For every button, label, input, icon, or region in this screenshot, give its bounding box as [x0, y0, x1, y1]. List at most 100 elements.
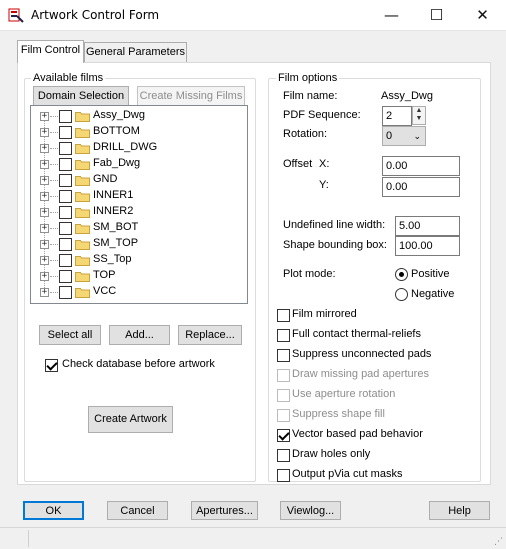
option-checkbox[interactable]	[277, 349, 290, 362]
film-checkbox[interactable]	[59, 222, 72, 235]
offset-y-label: Y:	[319, 179, 329, 191]
film-checkbox[interactable]	[59, 158, 72, 171]
film-checkbox[interactable]	[59, 238, 72, 251]
option-checkbox[interactable]	[277, 429, 290, 442]
tree-item[interactable]: + Fab_Dwg	[31, 156, 247, 172]
expand-plus-icon[interactable]: +	[40, 176, 49, 185]
option-label: Full contact thermal-reliefs	[292, 328, 421, 340]
tree-item[interactable]: + INNER2	[31, 204, 247, 220]
film-checkbox[interactable]	[59, 126, 72, 139]
tree-connector	[50, 276, 58, 277]
maximize-button[interactable]: ☐	[414, 0, 459, 30]
negative-label: Negative	[411, 288, 455, 300]
tree-item[interactable]: + GND	[31, 172, 247, 188]
expand-plus-icon[interactable]: +	[40, 144, 49, 153]
option-label: Draw missing pad apertures	[292, 368, 429, 380]
shape-bounding-box-input[interactable]: 100.00	[395, 236, 460, 256]
undefined-line-width-input[interactable]: 5.00	[395, 216, 460, 236]
option-label: Draw holes only	[292, 448, 371, 460]
option-checkbox[interactable]	[277, 329, 290, 342]
tree-item[interactable]: + SM_BOT	[31, 220, 247, 236]
folder-icon	[75, 224, 90, 234]
film-checkbox[interactable]	[59, 254, 72, 267]
check-database-checkbox[interactable]	[45, 359, 58, 372]
offset-y-input[interactable]: 0.00	[382, 177, 460, 197]
tree-item[interactable]: + SS_Top	[31, 252, 247, 268]
film-name: SM_BOT	[93, 221, 139, 233]
tree-connector	[50, 244, 58, 245]
film-name: INNER2	[93, 205, 134, 217]
option-checkbox	[277, 369, 290, 382]
expand-plus-icon[interactable]: +	[40, 160, 49, 169]
film-name-value: Assy_Dwg	[381, 90, 433, 102]
replace-button[interactable]: Replace...	[178, 325, 242, 345]
minimize-button[interactable]: —	[369, 0, 414, 30]
viewlog-button[interactable]: Viewlog...	[280, 501, 341, 520]
folder-icon	[75, 144, 90, 154]
film-options-label: Film options	[276, 72, 340, 84]
apertures-button[interactable]: Apertures...	[191, 501, 258, 520]
expand-plus-icon[interactable]: +	[40, 272, 49, 281]
option-label: Suppress unconnected pads	[292, 348, 432, 360]
spin-up-icon[interactable]: ▲	[413, 107, 425, 115]
expand-plus-icon[interactable]: +	[40, 256, 49, 265]
domain-selection-button[interactable]: Domain Selection	[33, 86, 129, 106]
tree-item[interactable]: + SM_TOP	[31, 236, 247, 252]
ok-button[interactable]: OK	[23, 501, 84, 520]
tree-item[interactable]: + BOTTOM	[31, 124, 247, 140]
resize-grip-icon[interactable]: ⋰	[494, 536, 503, 547]
film-checkbox[interactable]	[59, 142, 72, 155]
negative-radio[interactable]	[395, 288, 408, 301]
expand-plus-icon[interactable]: +	[40, 224, 49, 233]
tree-item[interactable]: + TOP	[31, 268, 247, 284]
tab-general-parameters[interactable]: General Parameters	[84, 42, 187, 63]
option-checkbox[interactable]	[277, 449, 290, 462]
offset-x-input[interactable]: 0.00	[382, 156, 460, 176]
undefined-line-width-label: Undefined line width:	[283, 219, 386, 231]
film-name: BOTTOM	[93, 125, 140, 137]
rotation-value: 0	[386, 130, 393, 142]
positive-radio[interactable]	[395, 268, 408, 281]
close-button[interactable]: ✕	[460, 0, 505, 30]
folder-icon	[75, 112, 90, 122]
film-checkbox[interactable]	[59, 206, 72, 219]
film-name: INNER1	[93, 189, 134, 201]
films-tree[interactable]: + Assy_Dwg + BOTTOM + DRILL_DWG + Fab_Dwg + GND + I…	[30, 105, 248, 304]
tree-item[interactable]: + INNER1	[31, 188, 247, 204]
cancel-button[interactable]: Cancel	[107, 501, 168, 520]
expand-plus-icon[interactable]: +	[40, 192, 49, 201]
expand-plus-icon[interactable]: +	[40, 240, 49, 249]
title-bar: Artwork Control Form — ☐ ✕	[0, 0, 506, 31]
film-checkbox[interactable]	[59, 190, 72, 203]
tab-film-control[interactable]: Film Control	[17, 40, 84, 63]
spin-down-icon[interactable]: ▼	[413, 115, 425, 123]
film-checkbox[interactable]	[59, 110, 72, 123]
pdf-sequence-spinner[interactable]: ▲ ▼	[412, 106, 426, 125]
expand-plus-icon[interactable]: +	[40, 208, 49, 217]
tree-item[interactable]: + DRILL_DWG	[31, 140, 247, 156]
pdf-sequence-input[interactable]: 2	[382, 106, 412, 126]
folder-icon	[75, 192, 90, 202]
help-button[interactable]: Help	[429, 501, 490, 520]
add-button[interactable]: Add...	[109, 325, 170, 345]
film-name: GND	[93, 173, 118, 185]
plot-mode-label: Plot mode:	[283, 268, 336, 280]
expand-plus-icon[interactable]: +	[40, 128, 49, 137]
option-checkbox[interactable]	[277, 309, 290, 322]
tree-item[interactable]: + Assy_Dwg	[31, 108, 247, 124]
option-label: Output pVia cut masks	[292, 468, 403, 480]
option-checkbox[interactable]	[277, 469, 290, 482]
tree-connector	[50, 260, 58, 261]
film-checkbox[interactable]	[59, 286, 72, 299]
tree-item[interactable]: + VCC	[31, 284, 247, 300]
film-name: VCC	[93, 285, 117, 297]
select-all-button[interactable]: Select all	[39, 325, 101, 345]
film-name: Assy_Dwg	[93, 109, 145, 121]
tree-connector	[50, 148, 58, 149]
create-artwork-button[interactable]: Create Artwork	[88, 406, 173, 433]
film-checkbox[interactable]	[59, 174, 72, 187]
expand-plus-icon[interactable]: +	[40, 112, 49, 121]
expand-plus-icon[interactable]: +	[40, 288, 49, 297]
rotation-select[interactable]: 0 ⌄	[382, 126, 426, 146]
film-checkbox[interactable]	[59, 270, 72, 283]
